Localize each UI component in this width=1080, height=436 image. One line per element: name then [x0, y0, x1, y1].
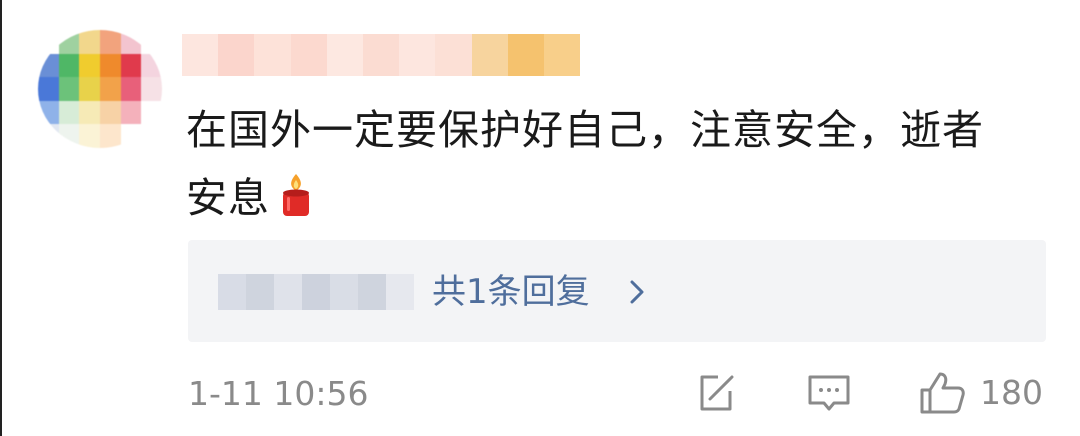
comment-line-1: 在国外一定要保护好自己，注意安全，逝者	[186, 106, 984, 154]
comment-line-2-text: 安息	[186, 174, 270, 222]
username-redacted[interactable]	[182, 34, 581, 76]
reply-count-link[interactable]: 共1条回复	[432, 270, 590, 314]
candle-icon	[278, 170, 314, 216]
like-count: 180	[980, 373, 1043, 412]
like-button[interactable]: 180	[918, 370, 1043, 416]
comment-text: 在国外一定要保护好自己，注意安全，逝者 安息	[186, 96, 1046, 232]
share-icon	[694, 371, 738, 415]
chevron-right-icon	[628, 276, 646, 308]
avatar[interactable]	[38, 30, 162, 148]
comment-line-2: 安息	[186, 164, 1046, 232]
share-button[interactable]	[694, 370, 738, 416]
thumbs-up-icon	[918, 370, 966, 416]
reply-preview[interactable]: 共1条回复	[188, 240, 1046, 342]
frame-edge	[0, 0, 2, 436]
comment-timestamp: 1-11 10:56	[188, 374, 369, 413]
comment-icon	[806, 371, 852, 415]
reply-author-redacted	[218, 274, 414, 310]
comment-button[interactable]	[806, 370, 852, 416]
